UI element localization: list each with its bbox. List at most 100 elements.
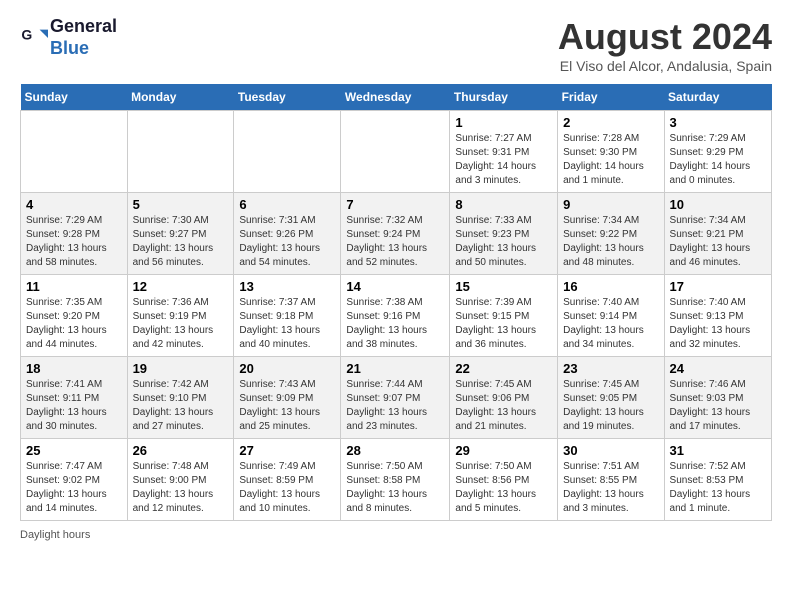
day-info: Sunrise: 7:31 AMSunset: 9:26 PMDaylight:…: [239, 214, 335, 270]
day-number: 1: [455, 115, 552, 130]
calendar-cell: 2Sunrise: 7:28 AMSunset: 9:30 PMDaylight…: [558, 111, 664, 193]
day-info: Sunrise: 7:45 AMSunset: 9:05 PMDaylight:…: [563, 378, 658, 434]
day-number: 27: [239, 443, 335, 458]
day-info: Sunrise: 7:34 AMSunset: 9:21 PMDaylight:…: [670, 214, 766, 270]
calendar-cell: 5Sunrise: 7:30 AMSunset: 9:27 PMDaylight…: [127, 193, 234, 275]
weekday-header-cell: Monday: [127, 84, 234, 111]
day-number: 11: [26, 279, 122, 294]
calendar-cell: 23 Sunrise: 7:45 AMSunset: 9:05 PMDayligh…: [558, 357, 664, 439]
day-info: Sunrise: 7:43 AMSunset: 9:09 PMDaylight:…: [239, 378, 335, 434]
weekday-header-cell: Friday: [558, 84, 664, 111]
weekday-header-cell: Sunday: [21, 84, 128, 111]
calendar-cell: [127, 111, 234, 193]
day-info: Sunrise: 7:50 AMSunset: 8:58 PMDaylight:…: [346, 460, 444, 516]
day-info: Sunrise: 7:50 AMSunset: 8:56 PMDaylight:…: [455, 460, 552, 516]
calendar-cell: 18 Sunrise: 7:41 AMSunset: 9:11 PMDayligh…: [21, 357, 128, 439]
calendar-cell: [234, 111, 341, 193]
location: El Viso del Alcor, Andalusia, Spain: [558, 58, 772, 74]
day-number: 16: [563, 279, 658, 294]
day-number: 19: [133, 361, 229, 376]
calendar-cell: 19 Sunrise: 7:42 AMSunset: 9:10 PMDayligh…: [127, 357, 234, 439]
calendar-cell: 21Sunrise: 7:44 AMSunset: 9:07 PMDayligh…: [341, 357, 450, 439]
footer-note-text: Daylight hours: [20, 529, 90, 541]
day-info: Sunrise: 7:37 AMSunset: 9:18 PMDaylight:…: [239, 296, 335, 352]
day-info: Sunrise: 7:27 AMSunset: 9:31 PMDaylight:…: [455, 132, 552, 188]
day-number: 15: [455, 279, 552, 294]
calendar-cell: 14 Sunrise: 7:38 AMSunset: 9:16 PMDayligh…: [341, 275, 450, 357]
day-number: 23: [563, 361, 658, 376]
day-number: 2: [563, 115, 658, 130]
calendar-cell: 30Sunrise: 7:51 AMSunset: 8:55 PMDayligh…: [558, 439, 664, 521]
calendar-cell: 10 Sunrise: 7:34 AMSunset: 9:21 PMDayligh…: [664, 193, 771, 275]
day-info: Sunrise: 7:52 AMSunset: 8:53 PMDaylight:…: [670, 460, 766, 516]
calendar-cell: 13Sunrise: 7:37 AMSunset: 9:18 PMDayligh…: [234, 275, 341, 357]
day-number: 17: [670, 279, 766, 294]
day-number: 21: [346, 361, 444, 376]
logo-icon: G: [20, 24, 48, 52]
day-number: 22: [455, 361, 552, 376]
day-number: 24: [670, 361, 766, 376]
day-info: Sunrise: 7:49 AMSunset: 8:59 PMDaylight:…: [239, 460, 335, 516]
calendar-cell: 16 Sunrise: 7:40 AMSunset: 9:14 PMDayligh…: [558, 275, 664, 357]
calendar-week-row: 25 Sunrise: 7:47 AMSunset: 9:02 PMDayligh…: [21, 439, 772, 521]
day-info: Sunrise: 7:29 AMSunset: 9:28 PMDaylight:…: [26, 214, 122, 270]
calendar-week-row: 1 Sunrise: 7:27 AMSunset: 9:31 PMDaylight…: [21, 111, 772, 193]
weekday-header-cell: Wednesday: [341, 84, 450, 111]
day-number: 18: [26, 361, 122, 376]
day-info: Sunrise: 7:39 AMSunset: 9:15 PMDaylight:…: [455, 296, 552, 352]
calendar-cell: [341, 111, 450, 193]
day-number: 9: [563, 197, 658, 212]
weekday-header-row: SundayMondayTuesdayWednesdayThursdayFrid…: [21, 84, 772, 111]
day-number: 31: [670, 443, 766, 458]
calendar-cell: 15 Sunrise: 7:39 AMSunset: 9:15 PMDayligh…: [450, 275, 558, 357]
calendar-cell: 1 Sunrise: 7:27 AMSunset: 9:31 PMDaylight…: [450, 111, 558, 193]
calendar-cell: 27 Sunrise: 7:49 AMSunset: 8:59 PMDayligh…: [234, 439, 341, 521]
day-info: Sunrise: 7:40 AMSunset: 9:13 PMDaylight:…: [670, 296, 766, 352]
day-number: 6: [239, 197, 335, 212]
calendar-cell: 12 Sunrise: 7:36 AMSunset: 9:19 PMDayligh…: [127, 275, 234, 357]
day-number: 10: [670, 197, 766, 212]
calendar-cell: 3Sunrise: 7:29 AMSunset: 9:29 PMDaylight…: [664, 111, 771, 193]
calendar-table: SundayMondayTuesdayWednesdayThursdayFrid…: [20, 84, 772, 521]
day-info: Sunrise: 7:34 AMSunset: 9:22 PMDaylight:…: [563, 214, 658, 270]
day-number: 3: [670, 115, 766, 130]
calendar-cell: 6 Sunrise: 7:31 AMSunset: 9:26 PMDaylight…: [234, 193, 341, 275]
day-info: Sunrise: 7:35 AMSunset: 9:20 PMDaylight:…: [26, 296, 122, 352]
day-number: 12: [133, 279, 229, 294]
calendar-cell: 22 Sunrise: 7:45 AMSunset: 9:06 PMDayligh…: [450, 357, 558, 439]
day-number: 20: [239, 361, 335, 376]
day-number: 4: [26, 197, 122, 212]
calendar-cell: 4 Sunrise: 7:29 AMSunset: 9:28 PMDaylight…: [21, 193, 128, 275]
month-title: August 2024: [558, 16, 772, 58]
day-number: 14: [346, 279, 444, 294]
day-number: 25: [26, 443, 122, 458]
day-number: 8: [455, 197, 552, 212]
day-info: Sunrise: 7:42 AMSunset: 9:10 PMDaylight:…: [133, 378, 229, 434]
day-info: Sunrise: 7:36 AMSunset: 9:19 PMDaylight:…: [133, 296, 229, 352]
day-number: 28: [346, 443, 444, 458]
calendar-cell: 29 Sunrise: 7:50 AMSunset: 8:56 PMDayligh…: [450, 439, 558, 521]
calendar-cell: 11 Sunrise: 7:35 AMSunset: 9:20 PMDayligh…: [21, 275, 128, 357]
calendar-cell: 9 Sunrise: 7:34 AMSunset: 9:22 PMDaylight…: [558, 193, 664, 275]
day-info: Sunrise: 7:45 AMSunset: 9:06 PMDaylight:…: [455, 378, 552, 434]
svg-text:G: G: [21, 26, 32, 42]
calendar-week-row: 4 Sunrise: 7:29 AMSunset: 9:28 PMDaylight…: [21, 193, 772, 275]
day-info: Sunrise: 7:41 AMSunset: 9:11 PMDaylight:…: [26, 378, 122, 434]
calendar-cell: 28 Sunrise: 7:50 AMSunset: 8:58 PMDayligh…: [341, 439, 450, 521]
footer-note: Daylight hours: [20, 529, 772, 541]
day-info: Sunrise: 7:40 AMSunset: 9:14 PMDaylight:…: [563, 296, 658, 352]
calendar-cell: 7Sunrise: 7:32 AMSunset: 9:24 PMDaylight…: [341, 193, 450, 275]
day-info: Sunrise: 7:47 AMSunset: 9:02 PMDaylight:…: [26, 460, 122, 516]
day-number: 29: [455, 443, 552, 458]
day-info: Sunrise: 7:51 AMSunset: 8:55 PMDaylight:…: [563, 460, 658, 516]
header: G General Blue August 2024 El Viso del A…: [20, 16, 772, 74]
calendar-cell: 17 Sunrise: 7:40 AMSunset: 9:13 PMDayligh…: [664, 275, 771, 357]
calendar-cell: 8Sunrise: 7:33 AMSunset: 9:23 PMDaylight…: [450, 193, 558, 275]
title-block: August 2024 El Viso del Alcor, Andalusia…: [558, 16, 772, 74]
calendar-body: 1 Sunrise: 7:27 AMSunset: 9:31 PMDaylight…: [21, 111, 772, 521]
calendar-cell: 26Sunrise: 7:48 AMSunset: 9:00 PMDayligh…: [127, 439, 234, 521]
weekday-header-cell: Thursday: [450, 84, 558, 111]
day-number: 26: [133, 443, 229, 458]
calendar-cell: 31 Sunrise: 7:52 AMSunset: 8:53 PMDayligh…: [664, 439, 771, 521]
day-info: Sunrise: 7:38 AMSunset: 9:16 PMDaylight:…: [346, 296, 444, 352]
